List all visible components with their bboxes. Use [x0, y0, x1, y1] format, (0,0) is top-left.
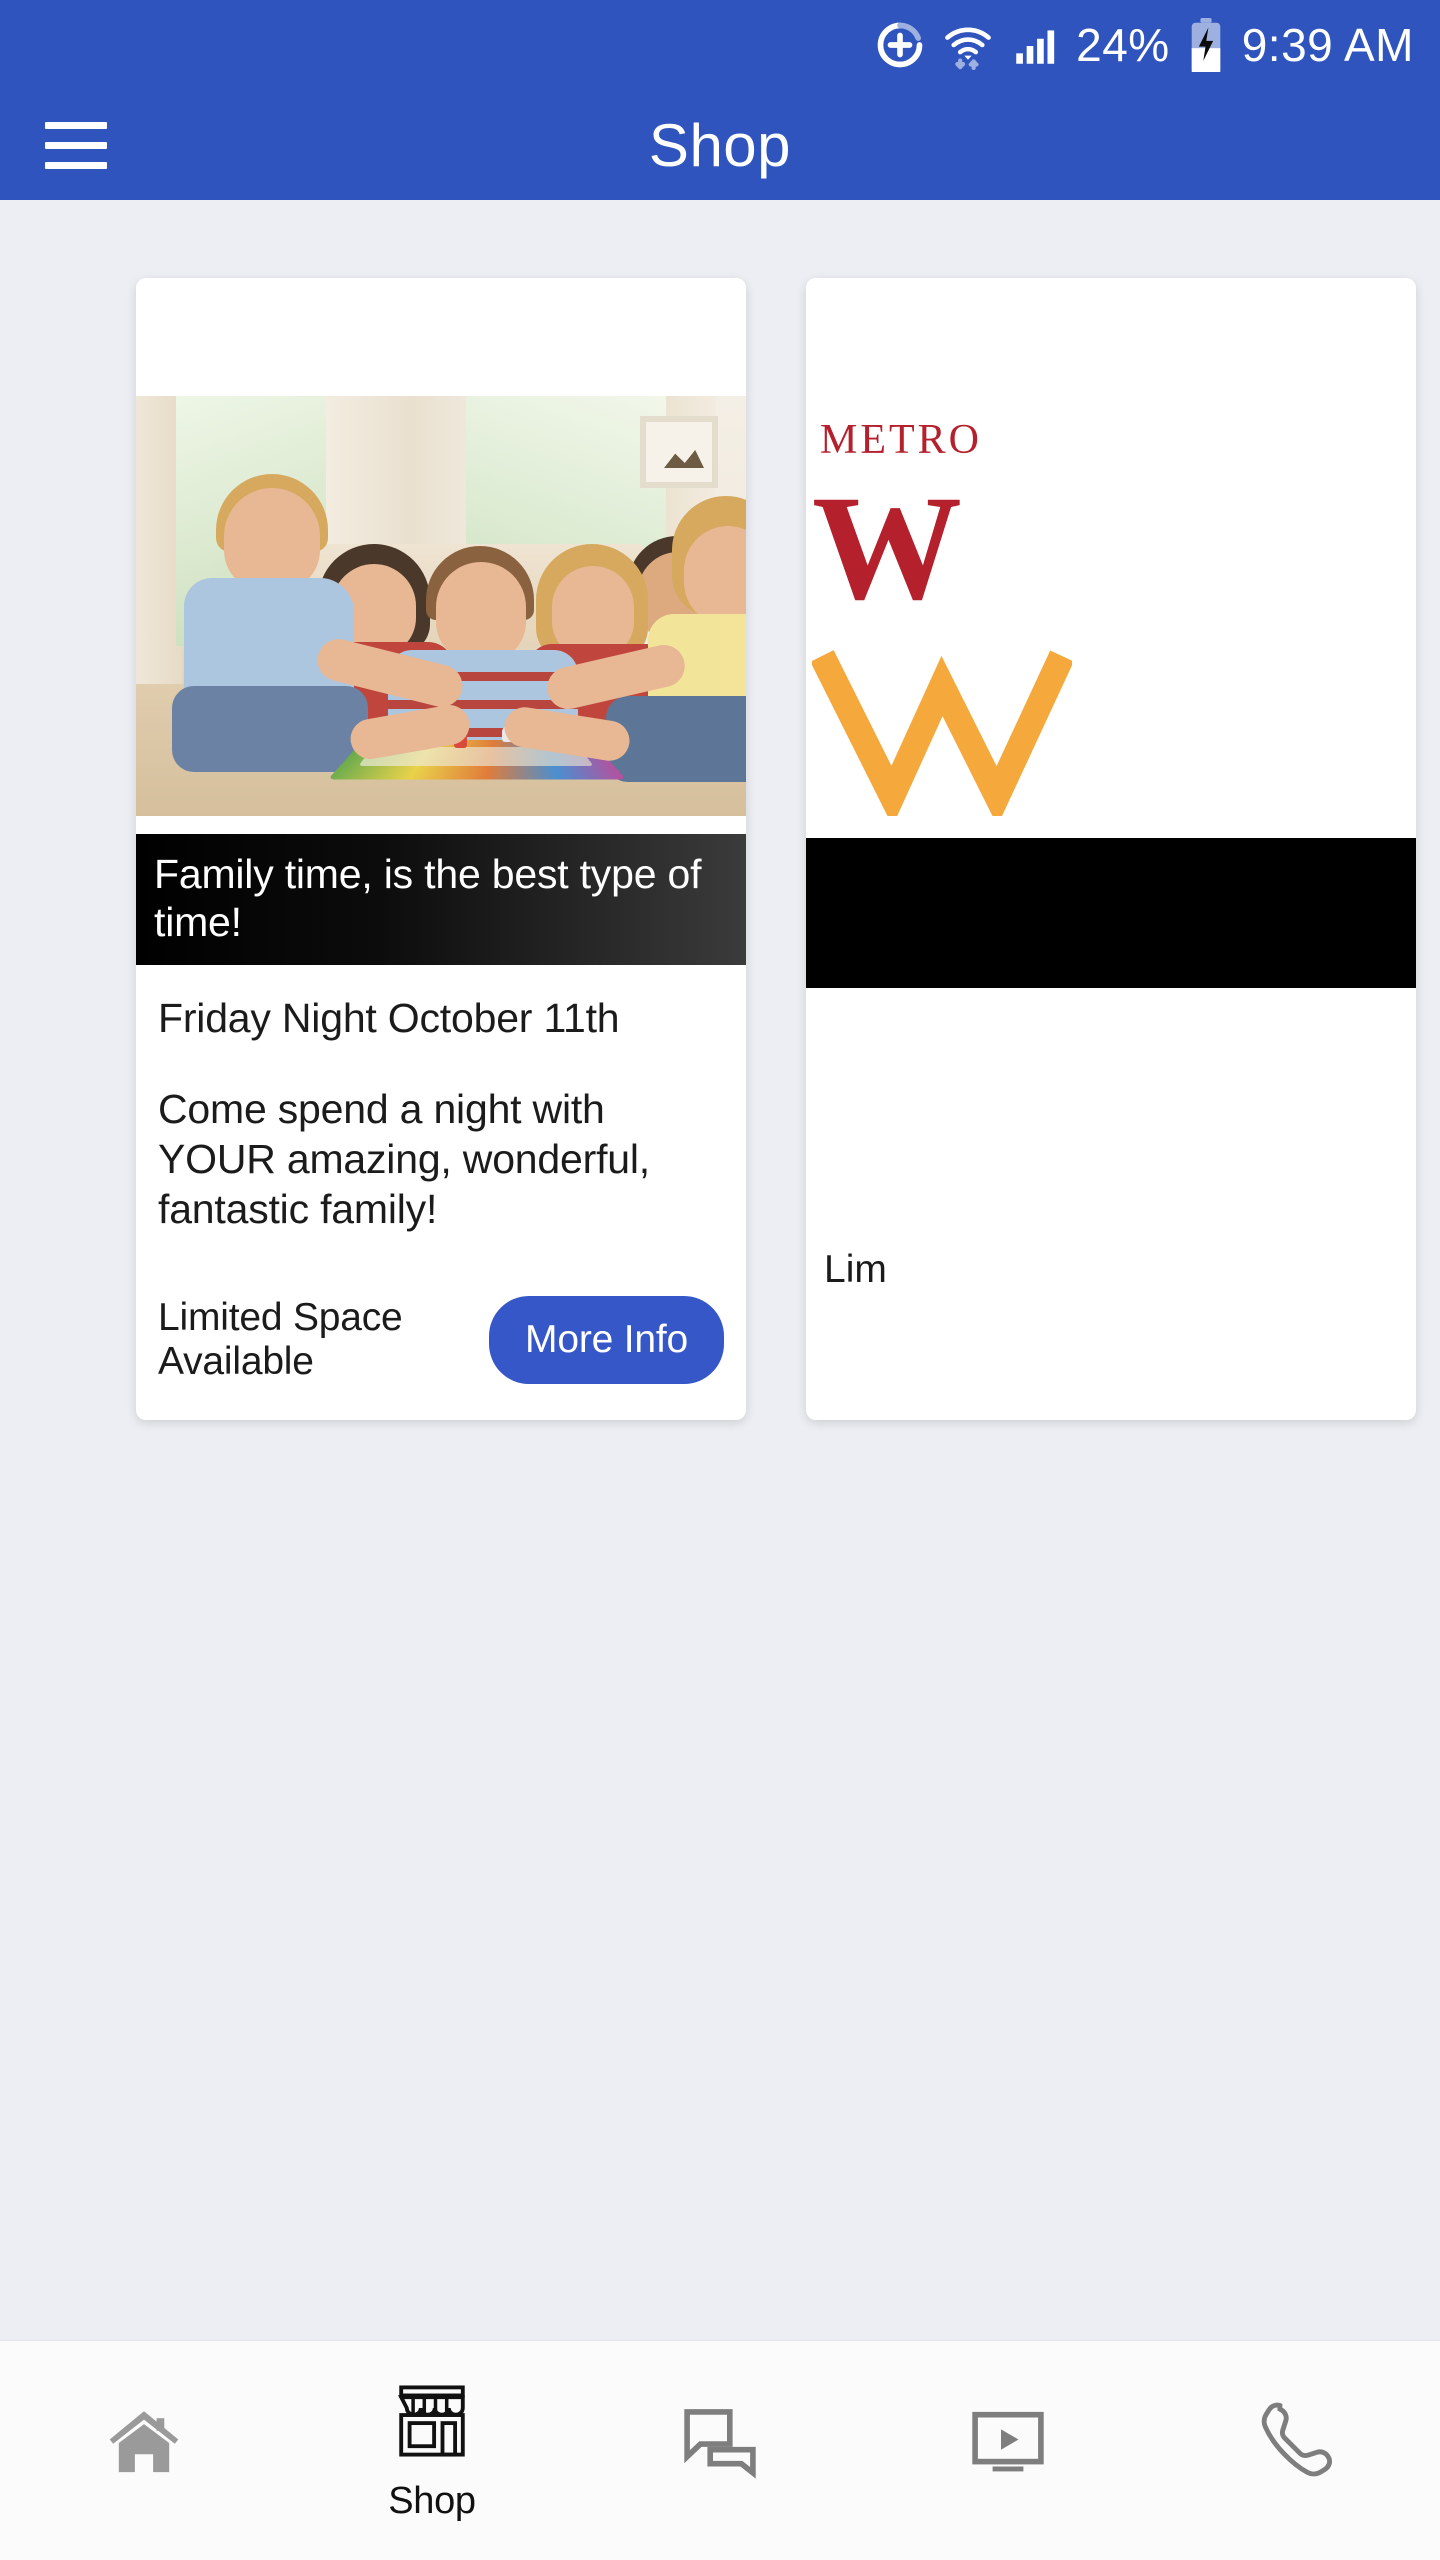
card-caption: [806, 838, 1416, 988]
status-bar: 24% 9:39 AM: [0, 0, 1440, 90]
nav-label-shop: Shop: [388, 2479, 476, 2522]
card-body: Lim: [806, 988, 1416, 1318]
nav-item-phone[interactable]: [1152, 2341, 1440, 2560]
bottom-navigation-bar: Shop: [0, 2340, 1440, 2560]
availability-note: Lim: [824, 1248, 887, 1291]
nav-item-shop[interactable]: Shop: [288, 2341, 576, 2560]
clock-label: 9:39 AM: [1241, 19, 1414, 71]
home-icon: [102, 2400, 186, 2489]
card-description: Come spend a night with YOUR amazing, wo…: [158, 1085, 650, 1232]
metro-logo-initial: W: [812, 464, 962, 631]
card-caption: Family time, is the best type of time!: [136, 834, 746, 965]
battery-charging-icon: [1186, 18, 1226, 72]
content-area: Family time, is the best type of time! F…: [0, 200, 1440, 2340]
metro-logo: METRO W: [806, 278, 1416, 838]
card-photo-gap: [136, 816, 746, 834]
app-bar: Shop: [0, 90, 1440, 200]
card-body: Friday Night October 11th Come spend a n…: [136, 965, 746, 1420]
promo-card[interactable]: METRO W Lim: [806, 278, 1416, 1420]
chat-icon: [678, 2400, 762, 2489]
nav-item-chat[interactable]: [576, 2341, 864, 2560]
phone-icon: [1254, 2400, 1338, 2489]
nav-item-home[interactable]: [0, 2341, 288, 2560]
wifi-icon: [942, 19, 994, 71]
add-circle-icon: [874, 19, 926, 71]
page-title: Shop: [648, 111, 792, 179]
promotions-carousel[interactable]: Family time, is the best type of time! F…: [0, 278, 1416, 1420]
card-date: Friday Night October 11th: [158, 994, 620, 1041]
video-icon: [966, 2400, 1050, 2489]
battery-percent-label: 24%: [1076, 19, 1170, 71]
hamburger-menu-icon[interactable]: [45, 121, 107, 169]
metro-logo-wordmark: METRO: [820, 416, 982, 463]
cellular-signal-icon: [1010, 20, 1060, 70]
card-footer: Limited Space Available More Info: [158, 1234, 746, 1420]
availability-note: Limited Space Available: [158, 1295, 403, 1383]
more-info-button[interactable]: More Info: [489, 1295, 724, 1384]
store-icon: [390, 2379, 474, 2468]
amber-zigzag-icon: [810, 646, 1074, 826]
promo-card[interactable]: Family time, is the best type of time! F…: [136, 278, 746, 1420]
nav-item-video[interactable]: [864, 2341, 1152, 2560]
card-top-spacer: [136, 278, 746, 396]
family-playing-board-game-photo: [136, 396, 746, 816]
